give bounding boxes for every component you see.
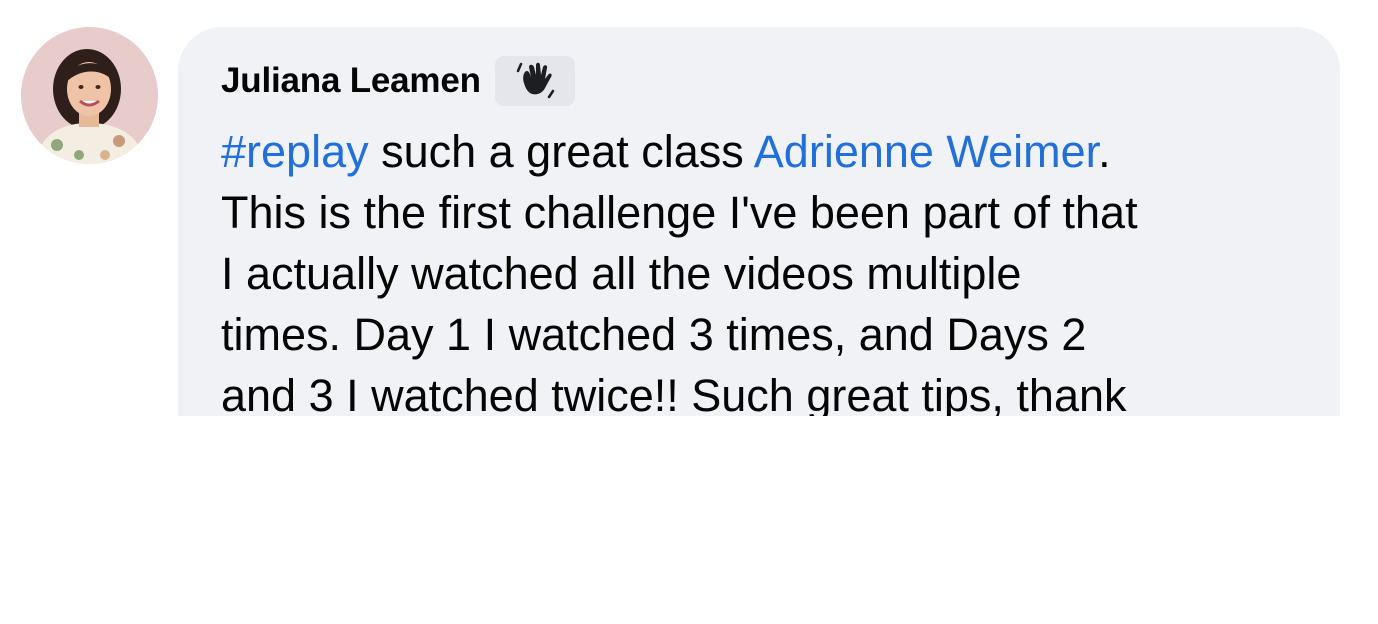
- waving-hand-glyph: [516, 62, 555, 99]
- comment-text-segment: .: [1098, 126, 1111, 177]
- waving-hand-icon[interactable]: [494, 56, 575, 106]
- mention-link[interactable]: Adrienne Weimer: [754, 126, 1098, 177]
- comment-line: times. Day 1 I watched 3 times, and Days…: [221, 309, 1087, 360]
- avatar[interactable]: [21, 27, 158, 164]
- comment-line: and 3 I watched twice!! Such great tips,…: [221, 370, 1127, 416]
- comment-line: #replay such a great class Adrienne Weim…: [221, 121, 1321, 182]
- avatar-photo: [21, 27, 158, 164]
- comment-text: #replay such a great class Adrienne Weim…: [221, 121, 1321, 416]
- comment-line: I actually watched all the videos multip…: [221, 248, 1022, 299]
- author-name[interactable]: Juliana Leamen: [221, 61, 481, 101]
- hashtag-link[interactable]: #replay: [221, 126, 369, 177]
- comment-header: Juliana Leamen: [221, 56, 575, 106]
- comment-line: This is the first challenge I've been pa…: [221, 187, 1138, 238]
- comment-text-segment: such a great class: [368, 126, 754, 177]
- comment-bubble: Juliana Leamen #replay such a great clas…: [178, 27, 1340, 416]
